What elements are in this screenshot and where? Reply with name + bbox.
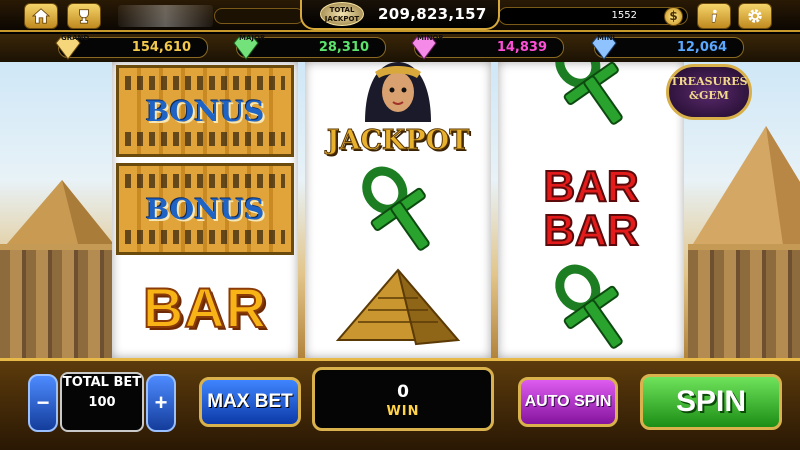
reel-symbol: BAR BAR	[498, 160, 684, 258]
feature-line-1: TREASURES	[670, 75, 748, 88]
grand-jackpot: GRAND 154,610	[55, 34, 208, 60]
major-jackpot: MAJOR 28,310	[233, 34, 386, 60]
bet-decrease-button[interactable]: −	[28, 374, 58, 432]
minor-label: MINOR	[417, 34, 444, 42]
reel-symbol: BONUS	[112, 160, 298, 258]
info-button[interactable]	[697, 3, 731, 29]
total-jackpot-badge: TOTAL JACKPOT	[320, 2, 364, 26]
minor-value: 14,839	[496, 40, 547, 55]
reel-symbol	[498, 62, 684, 132]
reel-symbol: BAR	[112, 258, 298, 356]
player-name-blurred	[118, 5, 213, 27]
home-button[interactable]	[24, 3, 58, 29]
reel-3: BAR BAR	[498, 62, 684, 358]
settings-button[interactable]	[738, 3, 772, 29]
temple-left	[0, 244, 112, 358]
temple-right	[688, 244, 800, 358]
xp-bar	[214, 8, 304, 24]
ankh-icon	[555, 62, 623, 125]
pyramid-right	[688, 126, 800, 252]
bonus-symbol: BONUS	[116, 163, 294, 255]
coin-icon[interactable]: $	[664, 7, 683, 26]
win-display: 0 WIN	[312, 367, 494, 431]
auto-spin-button[interactable]: AUTO SPIN	[518, 377, 618, 427]
progressive-jackpots: GRAND 154,610 MAJOR 28,310 MINOR 14,839 …	[0, 34, 800, 62]
total-bet-label: TOTAL BET	[62, 375, 142, 390]
max-bet-button[interactable]: MAX BET	[199, 377, 301, 427]
info-icon	[711, 9, 718, 23]
trophy-icon	[79, 9, 89, 24]
coin-balance-box: 1552	[498, 7, 688, 25]
gear-icon	[748, 9, 762, 23]
trophy-button[interactable]	[67, 3, 101, 29]
jackpot-symbol: JACKPOT	[326, 125, 470, 157]
treasures-gem-feature-badge[interactable]: TREASURES &GEM	[666, 64, 752, 120]
mini-label: MINI	[597, 34, 616, 42]
ankh-icon	[555, 264, 623, 349]
major-value: 28,310	[318, 40, 369, 55]
spin-button[interactable]: SPIN	[640, 374, 782, 430]
bet-increase-button[interactable]: +	[146, 374, 176, 432]
reel-symbol: BONUS	[112, 62, 298, 160]
total-jackpot-display: TOTAL JACKPOT 209,823,157	[300, 0, 500, 30]
bonus-symbol: BONUS	[116, 65, 294, 157]
mini-value: 12,064	[676, 40, 727, 55]
reel-symbol	[305, 258, 491, 356]
minor-jackpot: MINOR 14,839	[411, 34, 564, 60]
bar-symbol: BAR	[142, 275, 268, 340]
coin-balance: 1552	[611, 10, 637, 21]
pyramid-left	[0, 180, 120, 252]
reel-symbol	[305, 160, 491, 258]
bonus-text: BONUS	[145, 192, 265, 226]
reel-symbol: JACKPOT	[305, 62, 491, 160]
cleopatra-icon	[365, 62, 431, 122]
total-bet-value: 100	[88, 395, 116, 410]
major-label: MAJOR	[239, 34, 266, 42]
grand-value: 154,610	[131, 40, 191, 55]
top-bar: 1552 $ TOTAL JACKPOT 209,823,157	[0, 0, 800, 32]
reel-2: JACKPOT	[305, 62, 491, 358]
total-bet-display: TOTAL BET 100	[60, 372, 144, 432]
win-value: 0	[397, 382, 409, 402]
win-label: WIN	[386, 404, 420, 419]
grand-label: GRAND	[61, 34, 90, 42]
pyramid-icon	[335, 268, 461, 346]
feature-line-2: &GEM	[689, 89, 729, 102]
reel-symbol	[498, 258, 684, 356]
ankh-icon	[362, 166, 430, 251]
home-icon	[32, 8, 50, 24]
bonus-text: BONUS	[145, 94, 265, 128]
mini-jackpot: MINI 12,064	[591, 34, 744, 60]
reel-1: BONUS BONUS BAR	[112, 62, 298, 358]
double-bar-symbol: BAR BAR	[542, 162, 639, 255]
total-jackpot-value: 209,823,157	[378, 5, 487, 23]
